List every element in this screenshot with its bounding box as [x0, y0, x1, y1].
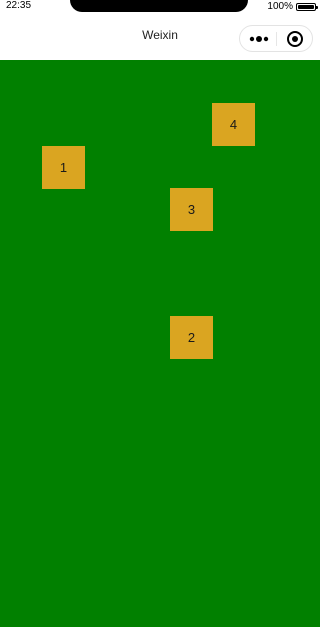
box-label: 1 [59, 160, 68, 175]
more-dots-icon [249, 36, 269, 42]
battery-icon [296, 2, 318, 11]
battery-percent: 100% [267, 1, 293, 12]
green-canvas: 4 1 3 2 [0, 60, 320, 627]
capsule-divider [276, 32, 277, 46]
box-3[interactable]: 3 [170, 188, 213, 231]
battery-indicator: 100% [267, 1, 318, 12]
screen-notch [70, 0, 248, 12]
status-bar: 22:35 100% [0, 0, 320, 14]
more-button[interactable] [246, 31, 272, 47]
status-time: 22:35 [6, 0, 32, 11]
target-circle-icon [287, 31, 303, 47]
box-1[interactable]: 1 [42, 146, 85, 189]
close-button[interactable] [282, 30, 308, 48]
box-label: 2 [187, 330, 196, 345]
box-2[interactable]: 2 [170, 316, 213, 359]
miniprogram-capsule [239, 25, 313, 52]
nav-bar: Weixin [0, 14, 320, 60]
box-label: 3 [187, 202, 196, 217]
box-4[interactable]: 4 [212, 103, 255, 146]
box-label: 4 [229, 117, 238, 132]
